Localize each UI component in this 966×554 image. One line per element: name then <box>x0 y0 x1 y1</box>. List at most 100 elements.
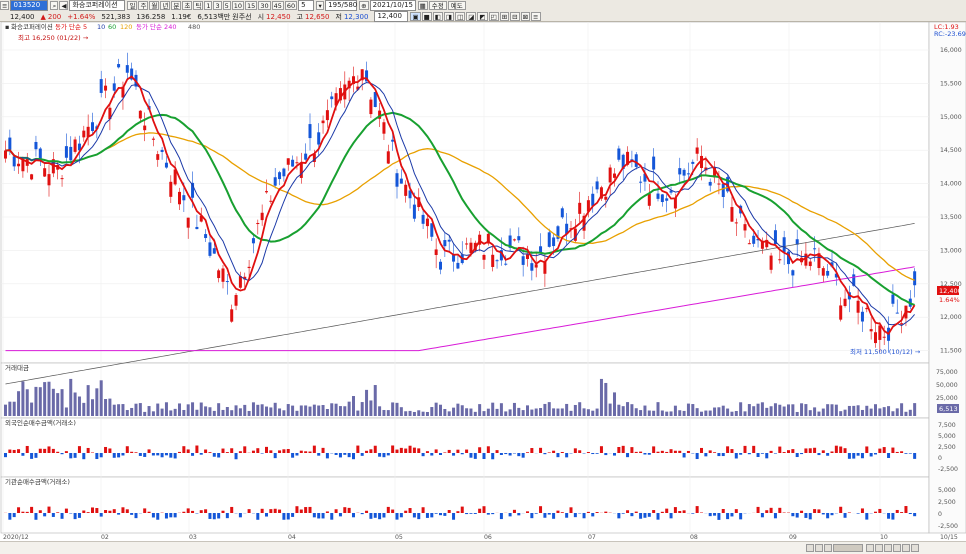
scroll-thumb[interactable] <box>833 544 863 552</box>
volume-bar <box>99 380 103 416</box>
candle-body <box>504 263 508 265</box>
volume-bar <box>430 407 434 416</box>
period-year-button[interactable]: 년 <box>160 1 171 10</box>
minute-1-button[interactable]: 1 <box>204 1 213 10</box>
period-minute-button[interactable]: 분 <box>171 1 182 10</box>
adjust-button[interactable]: 수정 <box>428 1 447 10</box>
inst-bar <box>317 513 321 519</box>
foreign-bar <box>804 448 808 453</box>
volume-bar <box>382 409 386 416</box>
volume-bar <box>887 406 891 416</box>
candle-body <box>769 255 773 270</box>
chart-area[interactable]: ▪ 화승코퍼레이션 동가 단순 5 10 60 120 동가 단순 240 48… <box>0 21 966 541</box>
calendar-icon[interactable]: ▦ <box>417 1 428 10</box>
settings-scroll-icon[interactable] <box>902 544 910 552</box>
indicator-icon[interactable]: ◫ <box>455 12 466 21</box>
high-annotation: 최고 16,250 (01/22) → <box>18 33 89 42</box>
layout-icon[interactable]: ◰ <box>488 12 499 21</box>
foreign-bar <box>491 453 495 460</box>
volume-bar <box>247 410 251 416</box>
foreign-bar <box>147 449 151 453</box>
zoom-icon[interactable]: ⊕ <box>359 1 369 10</box>
count-spin-icon[interactable]: ▾ <box>316 1 325 10</box>
volume-bar <box>765 407 769 416</box>
low-label: 저 <box>335 12 342 21</box>
zoom-in-scroll-icon[interactable] <box>875 544 883 552</box>
date-input[interactable]: 2021/10/15 <box>369 0 416 11</box>
inst-bar <box>360 513 364 515</box>
foreign-bar <box>378 453 382 457</box>
candle-body <box>143 125 147 131</box>
minute-3-button[interactable]: 3 <box>213 1 222 10</box>
minute-60-button[interactable]: 60 <box>284 1 298 10</box>
zoom-out-icon[interactable]: ⊟ <box>510 12 520 21</box>
volume-bar <box>373 385 377 416</box>
menu-icon[interactable]: ≡ <box>0 1 10 10</box>
more-button[interactable]: 예도 <box>447 1 466 10</box>
inst-bar <box>299 509 303 513</box>
volume-bar <box>317 405 321 416</box>
minute-5-button[interactable]: 5 <box>222 1 231 10</box>
volume-bar <box>421 411 425 416</box>
candle-body <box>382 122 386 134</box>
full-scroll-icon[interactable] <box>893 544 901 552</box>
inst-bar <box>278 509 282 513</box>
foreign-bar <box>639 451 643 453</box>
minute-10-button[interactable]: 10 <box>231 1 245 10</box>
foreign-bar <box>308 451 312 453</box>
scroll-next-icon[interactable] <box>824 544 832 552</box>
period-second-button[interactable]: 초 <box>182 1 193 10</box>
count-input[interactable]: 5 <box>298 0 315 11</box>
foreign-bar <box>151 453 155 456</box>
price-chart-svg[interactable]: ▪ 화승코퍼레이션 동가 단순 5 10 60 120 동가 단순 240 48… <box>0 21 966 541</box>
display-count-field[interactable]: 195/580 <box>325 0 357 11</box>
last-value-field[interactable]: 12,400 <box>374 11 409 22</box>
foreign-bar <box>847 453 851 459</box>
period-month-button[interactable]: 월 <box>149 1 160 10</box>
volume-bar <box>599 378 603 416</box>
foreign-bar <box>199 453 203 455</box>
chart-type-area-icon[interactable]: ◨ <box>443 12 455 21</box>
period-week-button[interactable]: 주 <box>138 1 149 10</box>
reset-icon[interactable]: ⊠ <box>520 12 531 21</box>
zoom-in-icon[interactable]: ⊞ <box>499 12 510 21</box>
minute-45-button[interactable]: 45 <box>271 1 284 10</box>
candle-body <box>117 64 121 68</box>
chart-scrollbar[interactable] <box>0 541 966 554</box>
period-day-button[interactable]: 일 <box>127 1 138 10</box>
scroll-prev-icon[interactable] <box>815 544 823 552</box>
chart-type-line-icon[interactable]: ◧ <box>432 12 443 21</box>
candle-body <box>891 294 895 304</box>
chart-type-bar-icon[interactable]: ■ <box>421 12 432 21</box>
settings-list-icon[interactable]: ≡ <box>531 12 541 21</box>
foreign-bar <box>486 446 490 453</box>
fit-scroll-icon[interactable] <box>884 544 892 552</box>
zoom-out-scroll-icon[interactable] <box>866 544 874 552</box>
chart-type-candle-icon[interactable]: ▣ <box>410 12 421 21</box>
inst-bar <box>38 510 42 513</box>
foreign-bar <box>613 453 616 456</box>
volume-bar <box>86 385 90 416</box>
stock-code-input[interactable]: 013520 <box>10 0 49 11</box>
candle-body <box>539 246 543 253</box>
help-scroll-icon[interactable] <box>911 544 919 552</box>
volume-bar <box>499 403 503 416</box>
inst-bar <box>321 513 325 519</box>
search-icon[interactable]: ⌕ <box>50 1 59 10</box>
inst-bar <box>660 511 664 513</box>
volume-bar <box>473 411 477 416</box>
period-tick-button[interactable]: 틱 <box>193 1 204 10</box>
inst-bar <box>891 513 895 520</box>
compare-icon[interactable]: ◩ <box>477 12 488 21</box>
overlay-icon[interactable]: ◪ <box>466 12 477 21</box>
inst-bar <box>821 513 825 515</box>
scroll-first-icon[interactable] <box>806 544 814 552</box>
foreign-bar <box>621 445 625 453</box>
foreign-bar <box>473 453 477 459</box>
stock-name-field[interactable]: 화승코퍼레이션 <box>69 0 126 11</box>
volume-bar <box>521 410 525 416</box>
minute-30-button[interactable]: 30 <box>258 1 271 10</box>
inst-bar <box>874 511 877 513</box>
minute-15-button[interactable]: 15 <box>245 1 258 10</box>
prev-icon[interactable]: ◀ <box>59 1 69 10</box>
